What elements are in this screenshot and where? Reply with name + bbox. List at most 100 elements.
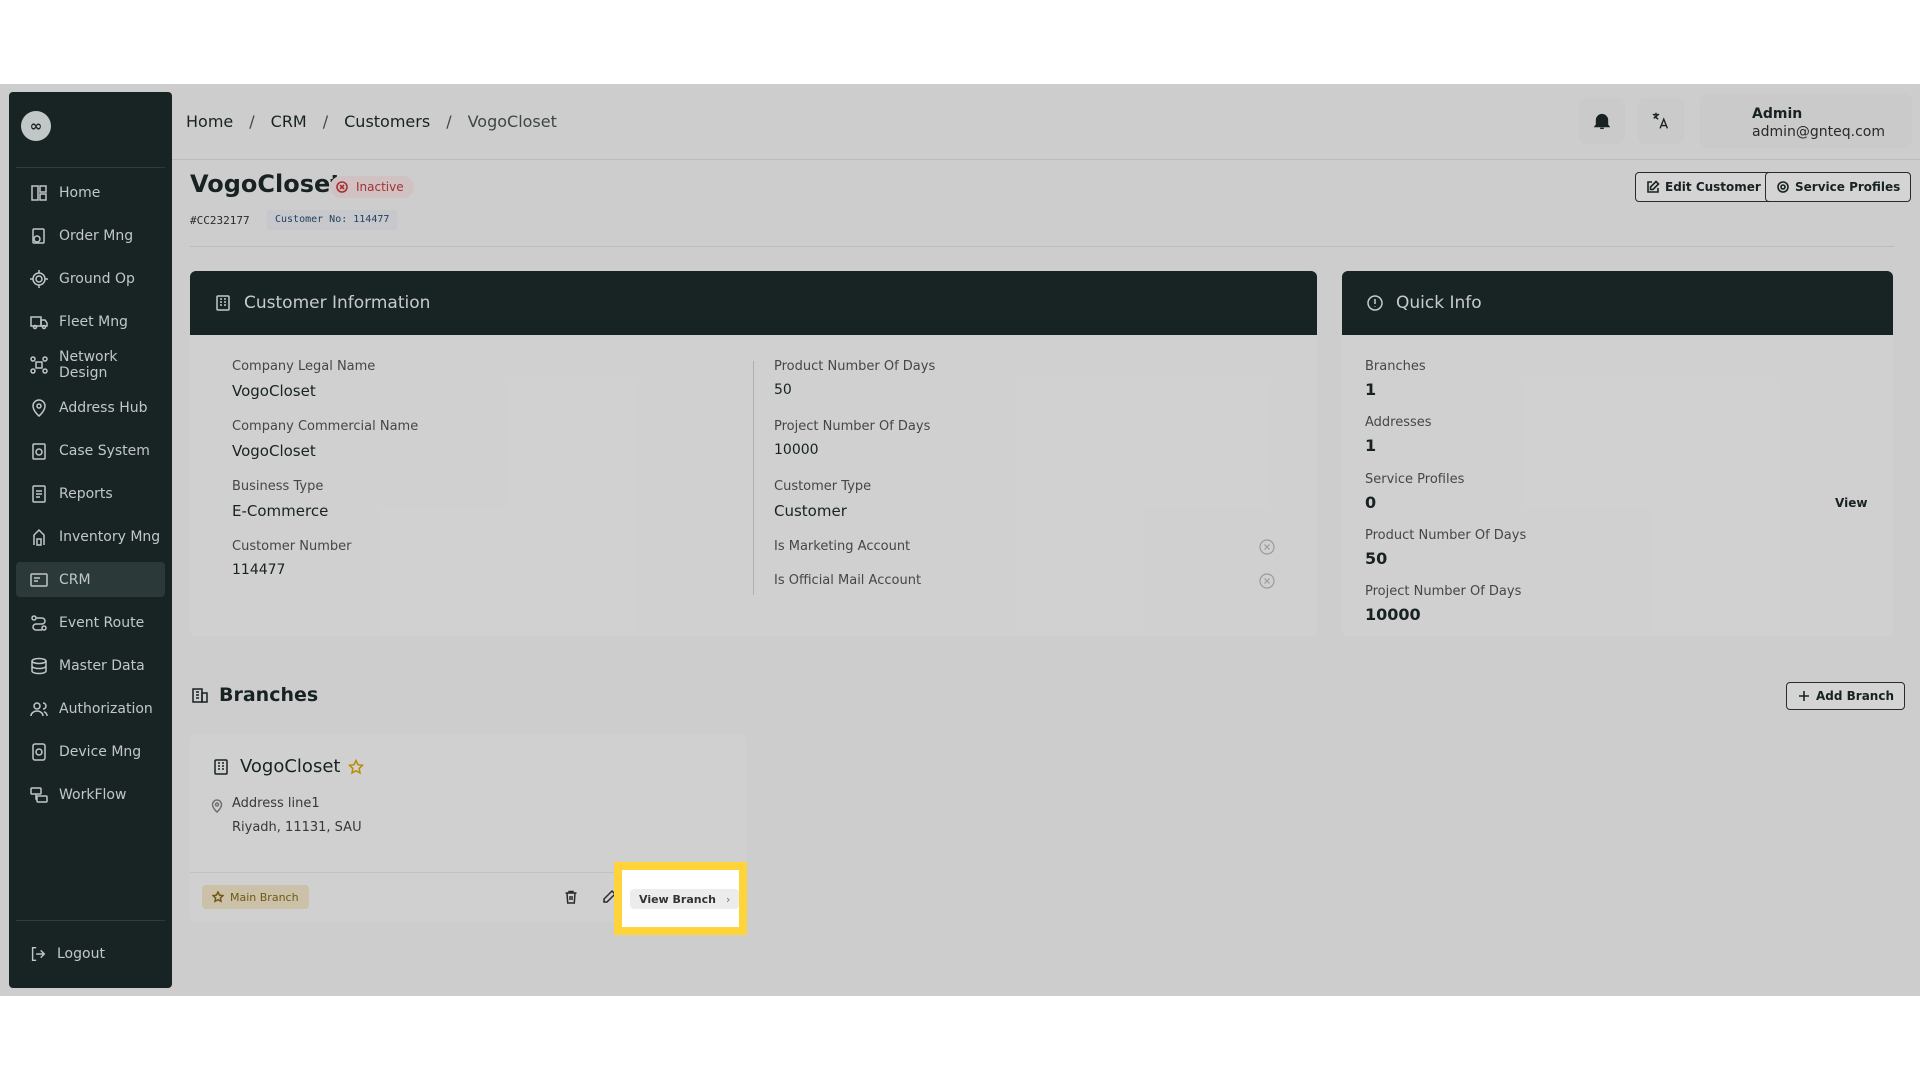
quick-value: 1 <box>1365 380 1377 399</box>
quick-value: 10000 <box>1365 605 1421 624</box>
plus-icon <box>1799 691 1809 701</box>
quick-label: Branches <box>1365 359 1426 374</box>
logout-button[interactable]: Logout <box>29 945 105 963</box>
chevron-right-icon: › <box>725 892 731 906</box>
quick-value: 50 <box>1365 549 1388 568</box>
column-divider <box>753 361 754 595</box>
customer-information-title: Customer Information <box>244 293 431 313</box>
service-profiles-view-link[interactable]: View <box>1835 496 1867 510</box>
star-icon <box>212 891 224 903</box>
customer-id: #CC232177 <box>190 214 250 227</box>
building-icon <box>214 758 228 775</box>
main-branch-label: Main Branch <box>230 890 299 904</box>
device-icon <box>29 742 49 762</box>
sidebar-item-label: Reports <box>59 485 113 502</box>
sidebar-item-network-design[interactable]: Network Design <box>16 347 165 382</box>
field-label: Company Commercial Name <box>232 419 419 434</box>
sidebar-item-crm[interactable]: CRM <box>16 562 165 597</box>
translate-icon <box>1652 112 1669 129</box>
customer-information-header: Customer Information <box>190 271 1317 335</box>
sidebar-item-home[interactable]: Home <box>16 175 165 210</box>
breadcrumb-crm[interactable]: CRM <box>271 112 307 131</box>
quick-label: Product Number Of Days <box>1365 528 1527 543</box>
page-title: VogoCloset <box>190 170 342 198</box>
sidebar-item-order-mng[interactable]: Order Mng <box>16 218 165 253</box>
sidebar-item-case-system[interactable]: Case System <box>16 433 165 468</box>
sidebar-item-label: Inventory Mng <box>59 528 161 545</box>
sidebar-item-label: Master Data <box>59 657 145 674</box>
sidebar-item-workflow[interactable]: WorkFlow <box>16 777 165 812</box>
language-button[interactable] <box>1638 98 1684 144</box>
field-label: Customer Number <box>232 539 352 554</box>
field-label: Is Official Mail Account <box>774 573 922 588</box>
breadcrumb-home[interactable]: Home <box>186 112 233 131</box>
view-branch-label: View Branch <box>639 892 716 906</box>
main-branch-badge: Main Branch <box>202 885 309 909</box>
sidebar-item-label: Authorization <box>59 700 153 717</box>
field-value: Customer <box>774 502 847 520</box>
case-icon <box>29 441 49 461</box>
sidebar-item-fleet-mng[interactable]: Fleet Mng <box>16 304 165 339</box>
sidebar-divider <box>16 167 165 168</box>
sidebar-item-label: Network Design <box>59 348 118 381</box>
breadcrumb-customers[interactable]: Customers <box>344 112 430 131</box>
branches-title: Branches <box>219 684 319 706</box>
add-branch-button[interactable]: Add Branch <box>1786 682 1906 710</box>
map-pin-icon <box>29 398 49 418</box>
logout-label: Logout <box>57 946 105 962</box>
quick-info-title: Quick Info <box>1396 293 1482 313</box>
sidebar-item-inventory-mng[interactable]: Inventory Mng <box>16 519 165 554</box>
sidebar-item-label: Case System <box>59 442 150 459</box>
notification-button[interactable] <box>1579 98 1625 144</box>
ground-op-icon <box>29 269 49 289</box>
branch-name-label: VogoCloset <box>240 756 341 777</box>
branches-icon <box>192 688 208 703</box>
logout-icon <box>31 946 46 962</box>
sidebar-item-label: Event Route <box>59 614 145 631</box>
delete-branch-button[interactable] <box>563 889 581 907</box>
bell-icon <box>1593 113 1611 130</box>
branches-heading: Branches <box>190 684 318 706</box>
customer-information-card: Customer Information Company Legal Name … <box>190 271 1317 636</box>
sidebar-item-address-hub[interactable]: Address Hub <box>16 390 165 425</box>
user-menu[interactable]: Admin admin@gnteq.com <box>1700 94 1912 148</box>
sidebar-item-reports[interactable]: Reports <box>16 476 165 511</box>
app-window: ∞ Home Order Mng Ground Op Fleet Mng Net… <box>0 84 1920 996</box>
info-icon <box>1367 295 1383 311</box>
status-label: Inactive <box>356 180 404 194</box>
logo-icon[interactable]: ∞ <box>21 111 51 141</box>
sidebar-item-authorization[interactable]: Authorization <box>16 691 165 726</box>
x-circle-icon <box>1259 573 1275 589</box>
user-email: admin@gnteq.com <box>1752 124 1885 140</box>
quick-info-header: Quick Info <box>1342 271 1893 335</box>
star-icon <box>348 758 365 774</box>
sidebar: ∞ Home Order Mng Ground Op Fleet Mng Net… <box>9 92 172 988</box>
map-pin-icon <box>210 798 224 813</box>
sidebar-item-master-data[interactable]: Master Data <box>16 648 165 683</box>
field-label: Company Legal Name <box>232 359 376 374</box>
branch-address-line2: Riyadh, 11131, SAU <box>232 820 362 835</box>
report-icon <box>29 484 49 504</box>
sidebar-item-label: Address Hub <box>59 399 148 416</box>
service-profiles-button[interactable]: Service Profiles <box>1765 172 1912 202</box>
field-value: 10000 <box>774 442 819 458</box>
sidebar-item-ground-op[interactable]: Ground Op <box>16 261 165 296</box>
sidebar-item-event-route[interactable]: Event Route <box>16 605 165 640</box>
field-value: 50 <box>774 382 792 398</box>
quick-label: Project Number Of Days <box>1365 584 1522 599</box>
database-icon <box>29 656 49 676</box>
status-badge: Inactive <box>330 176 414 198</box>
quick-label: Service Profiles <box>1365 472 1465 487</box>
sidebar-item-device-mng[interactable]: Device Mng <box>16 734 165 769</box>
service-profiles-label: Service Profiles <box>1795 180 1901 194</box>
view-branch-button[interactable]: View Branch › <box>630 889 740 909</box>
user-name: Admin <box>1752 106 1803 122</box>
sidebar-divider <box>16 920 165 921</box>
field-label: Project Number Of Days <box>774 419 931 434</box>
x-circle-icon <box>336 181 348 193</box>
gear-icon <box>1777 181 1789 193</box>
x-circle-icon <box>1259 539 1275 555</box>
quick-info-card: Quick Info Branches 1 Addresses 1 Servic… <box>1342 271 1893 636</box>
edit-icon <box>1647 180 1660 193</box>
edit-customer-button[interactable]: Edit Customer <box>1635 172 1772 202</box>
